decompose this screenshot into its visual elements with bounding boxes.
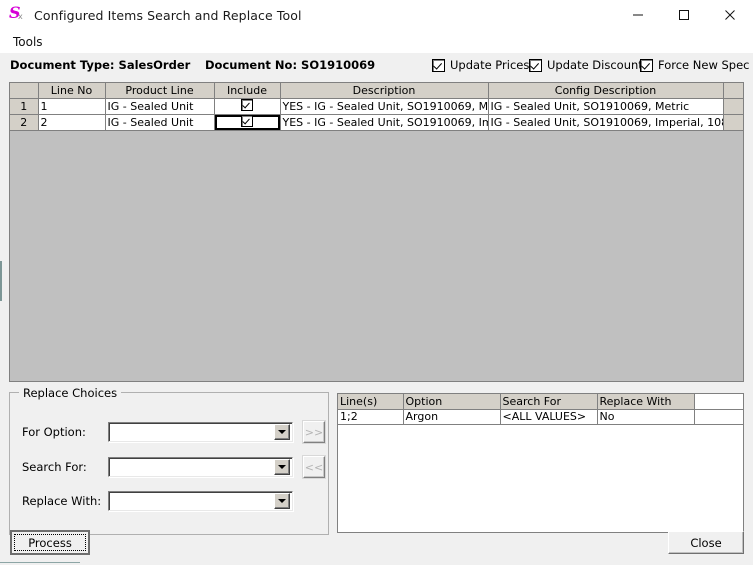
maximize-icon: [678, 9, 690, 21]
title-bar: S x Configured Items Search and Replace …: [0, 0, 753, 31]
window-controls: [615, 0, 753, 30]
force-new-spec-label: Force New Spec: [658, 58, 750, 72]
items-table: Line No Product Line Include Description…: [10, 83, 744, 131]
row-header[interactable]: 1: [10, 98, 38, 114]
cell-config-description[interactable]: IG - Sealed Unit, SO1910069, Imperial, 1…: [488, 114, 723, 130]
column-header-include[interactable]: Include: [214, 83, 280, 98]
column-header-corner[interactable]: [10, 83, 38, 98]
cell-description[interactable]: YES - IG - Sealed Unit, SO1910069, Metri…: [280, 98, 488, 114]
for-option-row: For Option: >>: [22, 421, 325, 443]
maximize-button[interactable]: [661, 0, 707, 30]
column-header-spacer: [694, 394, 743, 409]
search-for-label: Search For:: [22, 460, 108, 474]
app-icon: S x: [9, 7, 25, 23]
cell-config-description[interactable]: IG - Sealed Unit, SO1910069, Metric: [488, 98, 723, 114]
process-button-label: Process: [14, 534, 86, 551]
chevron-down-icon[interactable]: [274, 459, 290, 475]
column-header-option[interactable]: Option: [403, 394, 500, 409]
window-title: Configured Items Search and Replace Tool: [34, 8, 302, 23]
cell-product-line[interactable]: IG - Sealed Unit: [105, 98, 214, 114]
menu-bar: Tools: [0, 31, 753, 54]
minimize-button[interactable]: [615, 0, 661, 30]
close-icon: [724, 9, 736, 21]
checkbox-update-discount[interactable]: Update Discount: [529, 58, 643, 72]
cell-include[interactable]: [214, 98, 280, 114]
column-header-description[interactable]: Description: [280, 83, 488, 98]
replace-choices-legend: Replace Choices: [19, 386, 121, 400]
update-prices-checkbox-icon[interactable]: [432, 59, 445, 72]
column-header-spacer: [723, 83, 743, 98]
replace-rules-table: Line(s) Option Search For Replace With 1…: [338, 394, 743, 425]
remove-replace-choice-button[interactable]: <<: [303, 456, 325, 478]
search-for-combobox[interactable]: [108, 457, 293, 477]
process-button[interactable]: Process: [10, 530, 90, 555]
cell-replace-with[interactable]: No: [597, 409, 694, 424]
for-option-label: For Option:: [22, 425, 108, 439]
cell-spacer: [694, 409, 743, 424]
minimize-icon: [632, 9, 644, 21]
cell-lines[interactable]: 1;2: [338, 409, 403, 424]
cell-description[interactable]: YES - IG - Sealed Unit, SO1910069, Imper…: [280, 114, 488, 130]
update-prices-label: Update Prices: [450, 58, 529, 72]
column-header-config-description[interactable]: Config Description: [488, 83, 723, 98]
window-edge-artifact: [0, 261, 2, 301]
configured-items-grid[interactable]: Line No Product Line Include Description…: [9, 82, 744, 382]
replace-with-combobox[interactable]: [108, 491, 293, 511]
client-area: Document Type: SalesOrder Document No: S…: [0, 53, 753, 565]
chevron-down-icon[interactable]: [274, 493, 290, 509]
cell-spacer: [723, 114, 743, 130]
include-checkbox-icon[interactable]: [241, 99, 253, 111]
cell-product-line[interactable]: IG - Sealed Unit: [105, 114, 214, 130]
force-new-spec-checkbox-icon[interactable]: [640, 59, 653, 72]
column-header-line-no[interactable]: Line No: [38, 83, 105, 98]
checkbox-update-prices[interactable]: Update Prices: [432, 58, 529, 72]
replace-choices-group: Replace Choices For Option: >> Search Fo…: [9, 392, 329, 535]
add-replace-choice-button[interactable]: >>: [303, 421, 325, 443]
table-row[interactable]: 1 1 IG - Sealed Unit YES - IG - Sealed U…: [10, 98, 743, 114]
for-option-combobox[interactable]: [108, 422, 293, 442]
column-header-lines[interactable]: Line(s): [338, 394, 403, 409]
cell-search-for[interactable]: <ALL VALUES>: [500, 409, 597, 424]
close-dialog-button[interactable]: Close: [668, 531, 744, 554]
column-header-product-line[interactable]: Product Line: [105, 83, 214, 98]
column-header-search-for[interactable]: Search For: [500, 394, 597, 409]
chevron-down-icon[interactable]: [274, 424, 290, 440]
document-type-label: Document Type: SalesOrder: [10, 58, 190, 72]
grid-empty-area: [10, 131, 743, 383]
table-header-row: Line(s) Option Search For Replace With: [338, 394, 743, 409]
document-info-bar: Document Type: SalesOrder Document No: S…: [0, 57, 753, 79]
close-button[interactable]: [707, 0, 753, 30]
table-row[interactable]: 1;2 Argon <ALL VALUES> No: [338, 409, 743, 424]
menu-item-tools[interactable]: Tools: [9, 34, 47, 50]
column-header-replace-with[interactable]: Replace With: [597, 394, 694, 409]
table-row[interactable]: 2 2 IG - Sealed Unit YES - IG - Sealed U…: [10, 114, 743, 130]
replace-with-row: Replace With:: [22, 491, 293, 511]
replace-rules-grid[interactable]: Line(s) Option Search For Replace With 1…: [337, 393, 744, 533]
cell-include-selected[interactable]: [214, 114, 280, 130]
cell-spacer: [723, 98, 743, 114]
update-discount-checkbox-icon[interactable]: [529, 59, 542, 72]
cell-line-no[interactable]: 2: [38, 114, 105, 130]
checkbox-force-new-spec[interactable]: Force New Spec: [640, 58, 750, 72]
update-discount-label: Update Discount: [547, 58, 643, 72]
footer-edge-artifact: [0, 562, 80, 563]
include-checkbox-icon[interactable]: [241, 115, 253, 127]
table-header-row: Line No Product Line Include Description…: [10, 83, 743, 98]
search-for-row: Search For: <<: [22, 456, 325, 478]
document-no-label: Document No: SO1910069: [205, 58, 375, 72]
replace-with-label: Replace With:: [22, 494, 108, 508]
app-icon-subscript: x: [18, 12, 23, 21]
cell-line-no[interactable]: 1: [38, 98, 105, 114]
row-header[interactable]: 2: [10, 114, 38, 130]
cell-option[interactable]: Argon: [403, 409, 500, 424]
